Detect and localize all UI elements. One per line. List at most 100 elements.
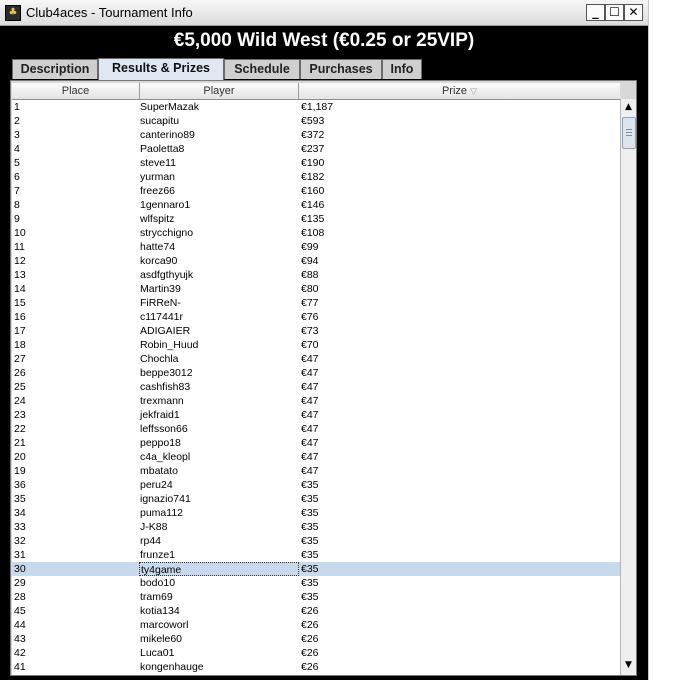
player-cell: beppe3012 xyxy=(140,367,193,379)
close-button[interactable]: ✕ xyxy=(624,4,643,21)
table-row[interactable]: 22 leffsson66 €47 xyxy=(12,422,620,436)
place-cell: 3 xyxy=(14,129,20,141)
player-cell: peru24 xyxy=(140,479,173,491)
table-row[interactable]: 6 yurman €182 xyxy=(12,170,620,184)
column-header-prize[interactable]: Prize ▽ xyxy=(299,83,620,99)
prize-cell: €47 xyxy=(301,367,319,379)
place-cell: 1 xyxy=(14,101,20,113)
table-row[interactable]: 28 tram69 €35 xyxy=(12,590,620,604)
scroll-up-arrow[interactable]: ▲ xyxy=(621,100,636,115)
player-cell: korca90 xyxy=(140,255,178,267)
prize-cell: €47 xyxy=(301,395,319,407)
table-row[interactable]: 29 bodo10 €35 xyxy=(12,576,620,590)
player-cell: tram69 xyxy=(140,591,173,603)
table-row[interactable]: 12 korca90 €94 xyxy=(12,254,620,268)
place-cell: 42 xyxy=(14,647,26,659)
player-cell: ignazio741 xyxy=(140,493,191,505)
tab-purchases[interactable]: Purchases xyxy=(300,59,382,79)
place-cell: 20 xyxy=(14,451,26,463)
title-bar[interactable]: ♣ Club4aces - Tournament Info _ ☐ ✕ xyxy=(0,0,648,26)
table-row[interactable]: 1 SuperMazak €1,187 xyxy=(12,100,620,114)
table-row[interactable]: 3 canterino89 €372 xyxy=(12,128,620,142)
place-cell: 11 xyxy=(14,241,25,253)
prize-cell: €35 xyxy=(301,535,319,547)
table-row[interactable]: 19 mbatato €47 xyxy=(12,464,620,478)
table-row[interactable]: 27 Chochla €47 xyxy=(12,352,620,366)
table-row[interactable]: 45 kotia134 €26 xyxy=(12,604,620,618)
player-cell: wlfspitz xyxy=(140,213,175,225)
table-row[interactable]: 2 sucapitu €593 xyxy=(12,114,620,128)
place-cell: 5 xyxy=(14,157,20,169)
place-cell: 21 xyxy=(14,437,26,449)
vertical-scrollbar[interactable]: ▲ ▼ xyxy=(620,99,636,675)
prize-cell: €47 xyxy=(301,353,319,365)
table-row[interactable]: 16 c117441r €76 xyxy=(12,310,620,324)
place-cell: 18 xyxy=(14,339,26,351)
table-row[interactable]: 33 J-K88 €35 xyxy=(12,520,620,534)
table-row[interactable]: 17 ADIGAIER €73 xyxy=(12,324,620,338)
place-cell: 22 xyxy=(14,423,26,435)
prize-cell: €35 xyxy=(301,479,319,491)
table-row[interactable]: 20 c4a_kleopl €47 xyxy=(12,450,620,464)
table-row[interactable]: 44 marcoworl €26 xyxy=(12,618,620,632)
table-row[interactable]: 7 freez66 €160 xyxy=(12,184,620,198)
player-cell: strycchigno xyxy=(140,227,194,239)
table-row[interactable]: 9 wlfspitz €135 xyxy=(12,212,620,226)
minimize-button[interactable]: _ xyxy=(586,4,605,21)
player-cell: jekfraid1 xyxy=(140,409,180,421)
place-cell: 32 xyxy=(14,535,26,547)
player-cell: Paoletta8 xyxy=(140,143,185,155)
table-row[interactable]: 24 trexmann €47 xyxy=(12,394,620,408)
table-row[interactable]: 4 Paoletta8 €237 xyxy=(12,142,620,156)
prize-cell: €47 xyxy=(301,465,319,477)
tab-schedule[interactable]: Schedule xyxy=(224,59,300,79)
table-row[interactable]: 32 rp44 €35 xyxy=(12,534,620,548)
table-row[interactable]: 18 Robin_Huud €70 xyxy=(12,338,620,352)
table-row[interactable]: 26 beppe3012 €47 xyxy=(12,366,620,380)
club-icon: ♣ xyxy=(5,5,21,21)
place-cell: 24 xyxy=(14,395,26,407)
prize-cell: €35 xyxy=(301,577,319,589)
scroll-thumb[interactable] xyxy=(622,117,636,149)
place-cell: 12 xyxy=(14,255,26,267)
column-header-player[interactable]: Player xyxy=(140,83,299,99)
prize-cell: €80 xyxy=(301,283,319,295)
prize-cell: €47 xyxy=(301,409,319,421)
table-row[interactable]: 25 cashfish83 €47 xyxy=(12,380,620,394)
table-row[interactable]: 35 ignazio741 €35 xyxy=(12,492,620,506)
tab-results-prizes[interactable]: Results & Prizes xyxy=(98,58,224,80)
table-row[interactable]: 13 asdfgthyujk €88 xyxy=(12,268,620,282)
prize-cell: €1,187 xyxy=(301,101,334,113)
table-row[interactable]: 31 frunze1 €35 xyxy=(12,548,620,562)
table-row[interactable]: 23 jekfraid1 €47 xyxy=(12,408,620,422)
player-cell: cashfish83 xyxy=(140,381,191,393)
player-cell: marcoworl xyxy=(140,619,189,631)
place-cell: 9 xyxy=(14,213,20,225)
prize-cell: €160 xyxy=(301,185,325,197)
thumb-grip xyxy=(626,129,632,130)
table-row[interactable]: 10 strycchigno €108 xyxy=(12,226,620,240)
table-row[interactable]: 41 kongenhauge €26 xyxy=(12,660,620,674)
player-cell: sucapitu xyxy=(140,115,180,127)
scroll-down-arrow[interactable]: ▼ xyxy=(621,658,636,673)
place-cell: 16 xyxy=(14,311,26,323)
table-row[interactable]: 36 peru24 €35 xyxy=(12,478,620,492)
place-cell: 34 xyxy=(14,507,26,519)
tab-description[interactable]: Description xyxy=(12,59,98,79)
prize-cell: €35 xyxy=(301,563,319,575)
table-row[interactable]: 21 peppo18 €47 xyxy=(12,436,620,450)
column-header-place[interactable]: Place xyxy=(12,83,140,99)
sort-descending-icon: ▽ xyxy=(470,87,478,97)
table-row[interactable]: 34 puma112 €35 xyxy=(12,506,620,520)
table-row[interactable]: 42 Luca01 €26 xyxy=(12,646,620,660)
table-row[interactable]: 15 FiRReN- €77 xyxy=(12,296,620,310)
table-row[interactable]: 5 steve11 €190 xyxy=(12,156,620,170)
table-row[interactable]: 14 Martin39 €80 xyxy=(12,282,620,296)
table-row[interactable]: 43 mikele60 €26 xyxy=(12,632,620,646)
maximize-button[interactable]: ☐ xyxy=(605,4,624,21)
table-row[interactable]: 30 ty4game €35 xyxy=(12,562,620,576)
tab-info[interactable]: Info xyxy=(382,59,422,79)
table-row[interactable]: 8 1gennaro1 €146 xyxy=(12,198,620,212)
table-row[interactable]: 11 hatte74 €99 xyxy=(12,240,620,254)
place-cell: 29 xyxy=(14,577,26,589)
